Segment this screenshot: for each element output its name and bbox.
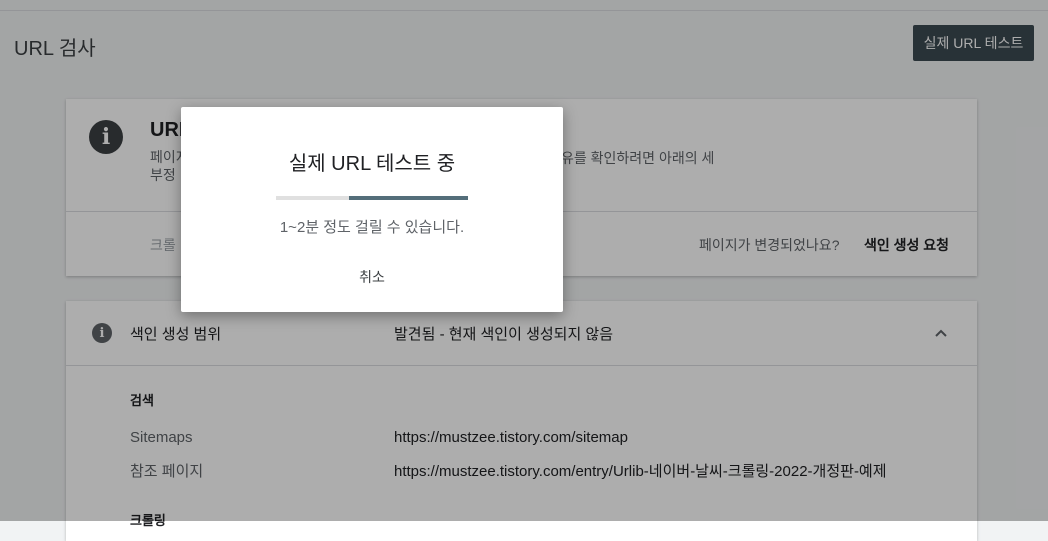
dialog-message: 1~2분 정도 걸릴 수 있습니다. <box>279 219 465 236</box>
progress-indicator <box>349 196 468 200</box>
cancel-button[interactable]: 취소 <box>342 263 402 291</box>
live-test-dialog: 실제 URL 테스트 중 1~2분 정도 걸릴 수 있습니다. 취소 <box>181 107 563 312</box>
progress-bar <box>276 196 468 200</box>
dialog-title: 실제 URL 테스트 중 <box>288 153 456 175</box>
